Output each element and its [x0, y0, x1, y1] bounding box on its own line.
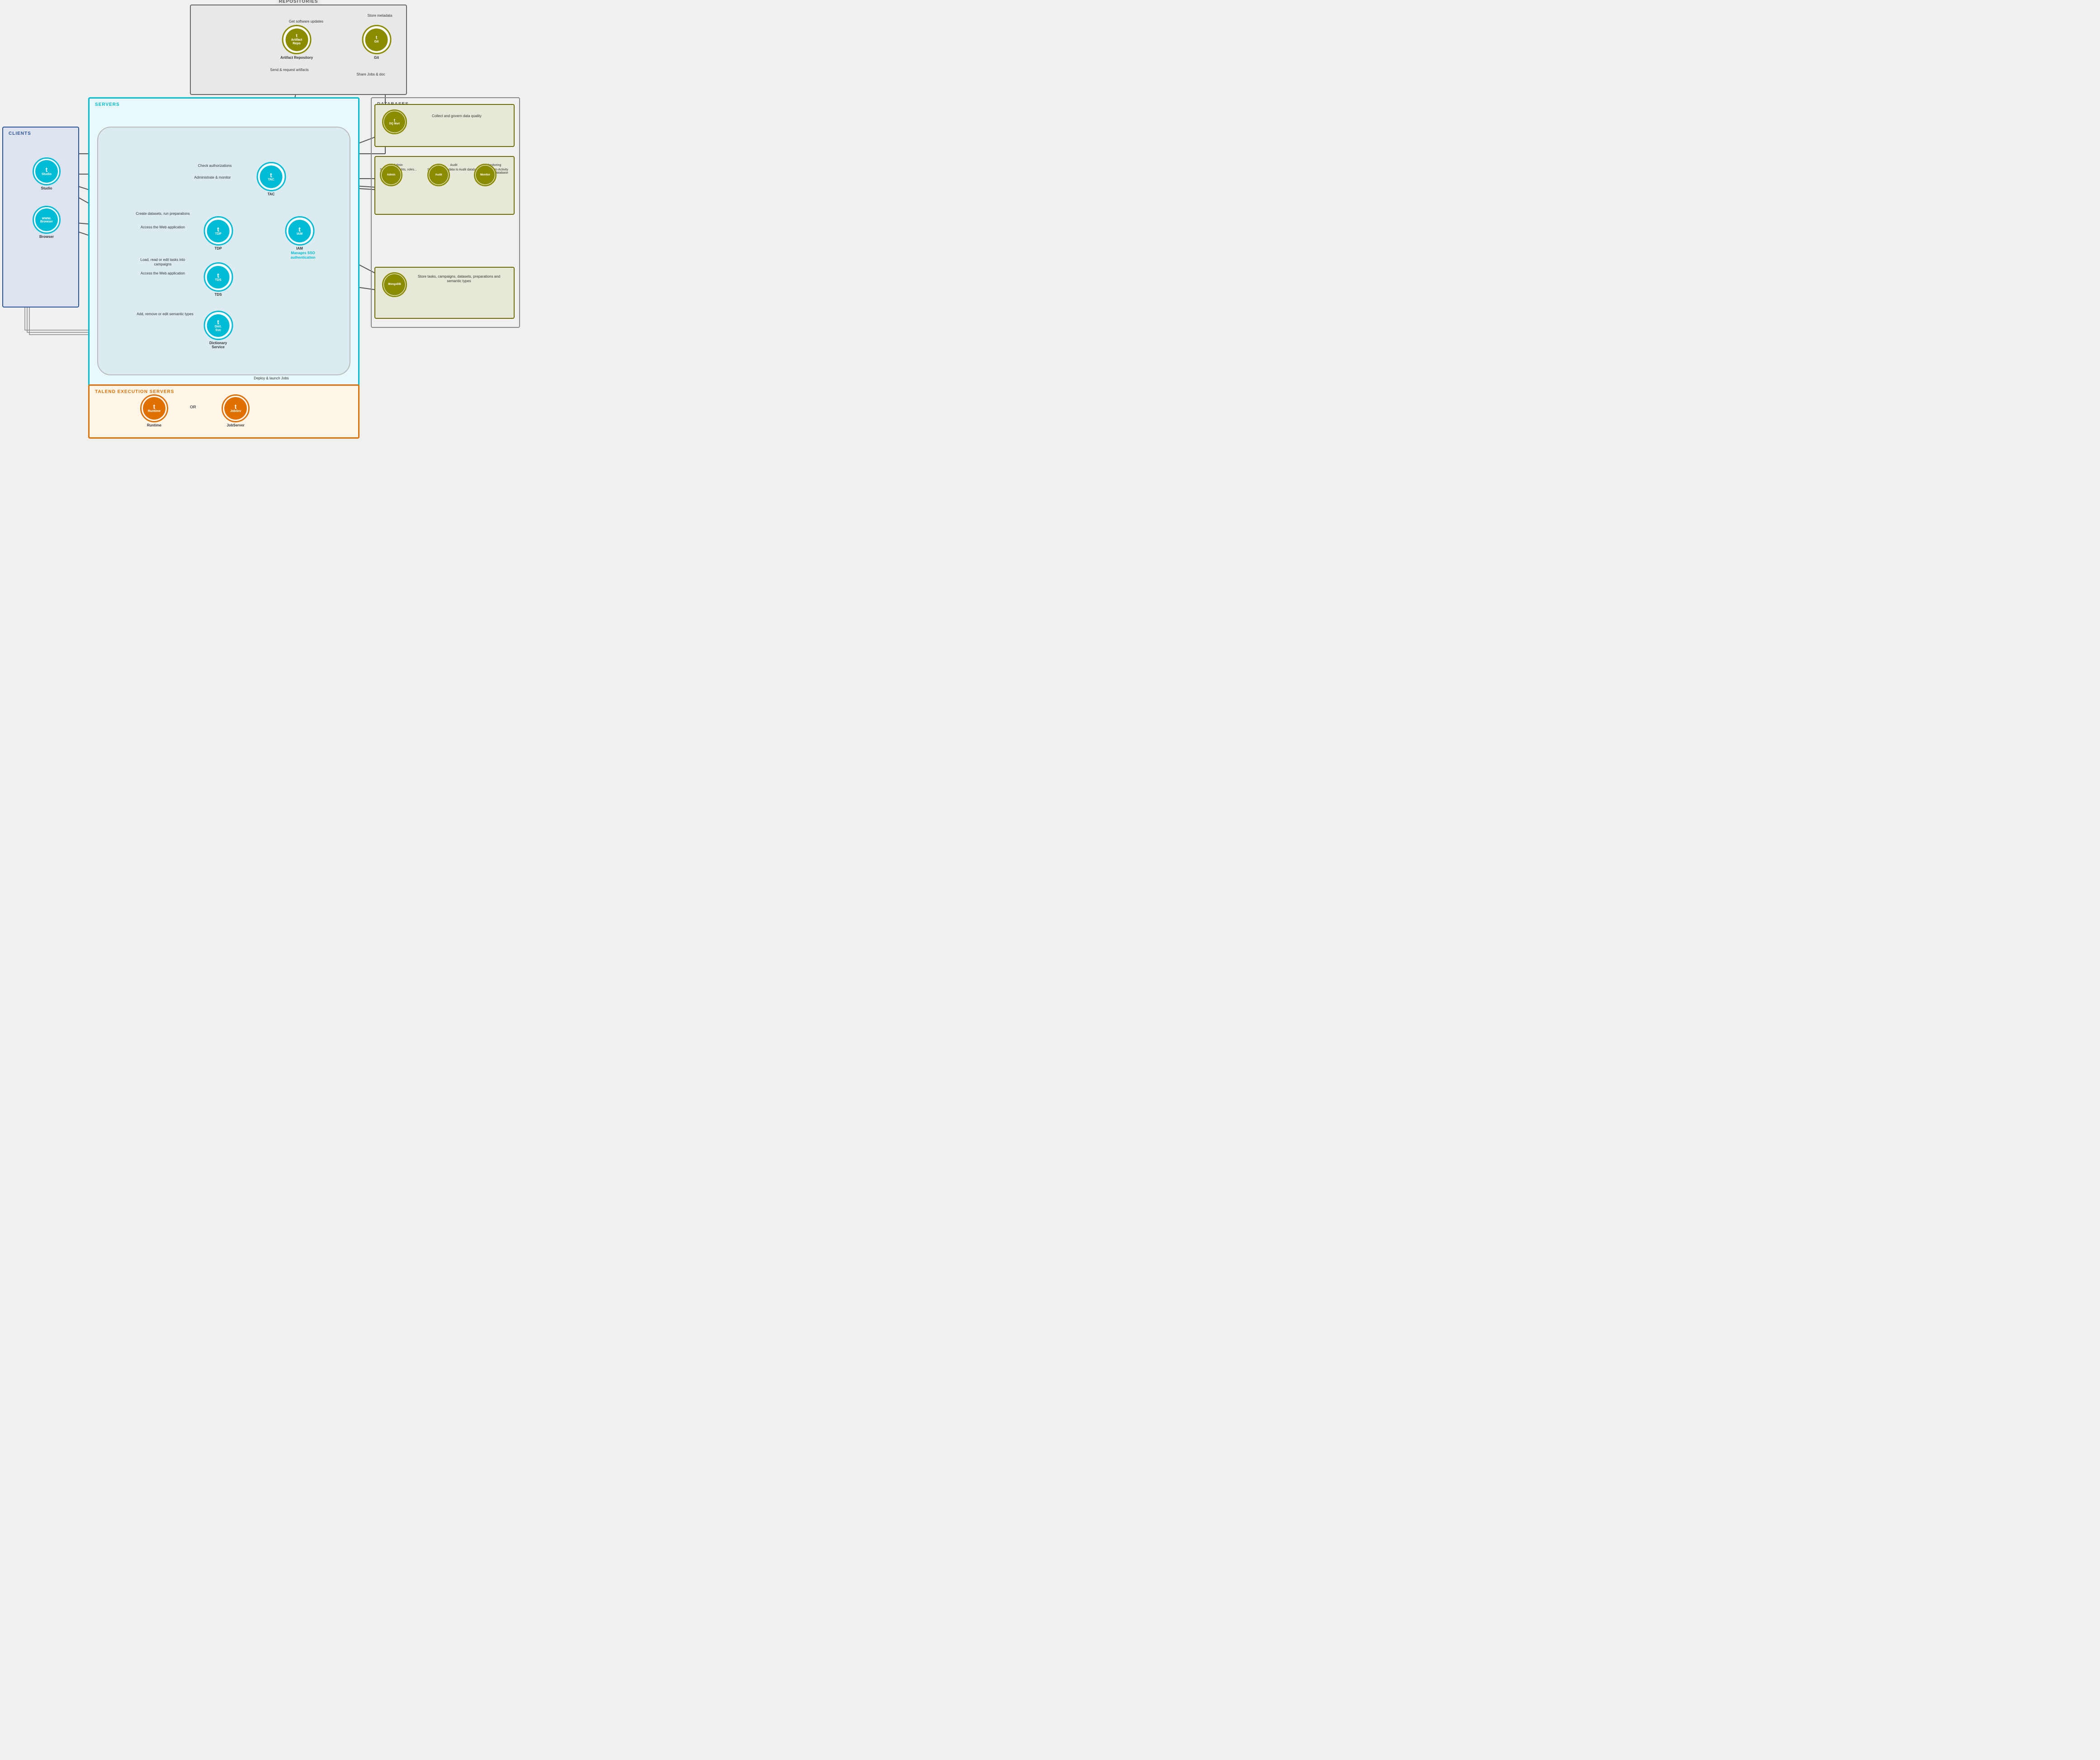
store-metadata-annotation: Store metadata — [362, 14, 398, 18]
artifact-repository-label: Artifact Repository — [280, 56, 313, 60]
get-software-annotation: Get software updates — [279, 19, 333, 24]
tac-label: TAC — [256, 192, 286, 196]
studio-group: t Studio Studio — [33, 157, 61, 190]
studio-icon: t Studio — [33, 157, 61, 185]
artifact-repository-icon: t ArtifactRepo — [282, 25, 312, 54]
runtime-icon: t Runtime — [140, 394, 168, 422]
monitoring-group: Monitor Monitoring Send data to Activity… — [474, 164, 514, 175]
browser-group: www. Browser Browser — [33, 206, 61, 239]
admin-group: Admin Admin Store users, rights, roles..… — [380, 164, 417, 171]
dictionary-label: DictionaryService — [203, 341, 233, 349]
repositories-label: REPOSITORIES — [277, 0, 321, 4]
tac-icon: t TAC — [256, 162, 286, 191]
add-remove-annotation: Add, remove or edit semantic types — [133, 312, 197, 317]
tac-group: t TAC TAC — [256, 162, 286, 196]
runtime-label: Runtime — [140, 423, 168, 427]
dqmart-icon: t DQ Mart — [382, 109, 407, 134]
tdp-label: TDP — [203, 246, 233, 251]
artifact-repository-group: t ArtifactRepo Artifact Repository — [280, 25, 313, 60]
admin-monitor-annotation: Administrate & monitor — [185, 175, 240, 180]
diagram-container: REPOSITORIES t ArtifactRepo Artifact Rep… — [0, 0, 525, 440]
clients-label: CLIENTS — [9, 131, 31, 136]
access-web-tdp-annotation: Access the Web application — [136, 225, 190, 230]
jobserver-label: JobServer — [222, 423, 250, 427]
browser-label: Browser — [33, 235, 61, 239]
mongodb-icon: MongoDB — [382, 272, 407, 297]
iam-icon: t IAM — [285, 216, 314, 246]
mongodb-box: MongoDB Store tasks, campaigns, datasets… — [374, 267, 515, 319]
iam-group: t IAM IAM — [285, 216, 314, 251]
mongodb-description: Store tasks, campaigns, datasets, prepar… — [411, 274, 506, 284]
runtime-group: t Runtime Runtime — [140, 394, 168, 427]
load-tasks-annotation: Load, read or edit tasks into campaigns — [133, 258, 192, 267]
git-icon: t Git — [362, 25, 391, 54]
dqmart-description: Collect and govern data quality — [411, 114, 502, 118]
jobserver-icon: t JobSrv — [222, 394, 250, 422]
share-jobs-annotation: Share Jobs & doc — [353, 72, 389, 77]
git-label: Git — [362, 56, 391, 60]
execution-label: TALEND EXECUTION SERVERS — [95, 389, 174, 394]
audit-icon: Audit — [427, 164, 450, 186]
tdp-icon: t TDP — [203, 216, 233, 246]
manages-sso-annotation: Manages SSO authentication — [283, 251, 323, 260]
audit-group: Audit Audit Send Job metadata to Audit d… — [427, 164, 480, 171]
git-group: t Git Git — [362, 25, 391, 60]
browser-icon: www. Browser — [33, 206, 61, 234]
or-text: OR — [190, 405, 196, 409]
create-datasets-annotation: Create datasets, run preparations — [133, 212, 192, 216]
admin-icon: Admin — [380, 164, 402, 186]
dqmart-box: t DQ Mart Collect and govern data qualit… — [374, 104, 515, 147]
access-web-tds-annotation: Access the Web application — [136, 271, 190, 276]
deploy-launch-annotation: Deploy & launch Jobs — [253, 376, 289, 381]
servers-label: SERVERS — [95, 102, 120, 107]
dictionary-group: t Dict.Svc DictionaryService — [203, 311, 233, 349]
jobserver-group: t JobSrv JobServer — [222, 394, 250, 427]
check-auth-annotation: Check authorizations — [190, 164, 240, 168]
dictionary-icon: t Dict.Svc — [203, 311, 233, 340]
monitoring-icon: Monitor — [474, 164, 497, 186]
tds-label: TDS — [203, 293, 233, 297]
studio-label: Studio — [33, 186, 61, 190]
send-artifacts-annotation: Send & request artifacts — [267, 68, 312, 72]
tds-group: t TDS TDS — [203, 262, 233, 297]
iam-label: IAM — [285, 246, 314, 251]
admin-audit-monitoring-box: Admin Admin Store users, rights, roles..… — [374, 156, 515, 215]
tds-icon: t TDS — [203, 262, 233, 292]
tdp-group: t TDP TDP — [203, 216, 233, 251]
